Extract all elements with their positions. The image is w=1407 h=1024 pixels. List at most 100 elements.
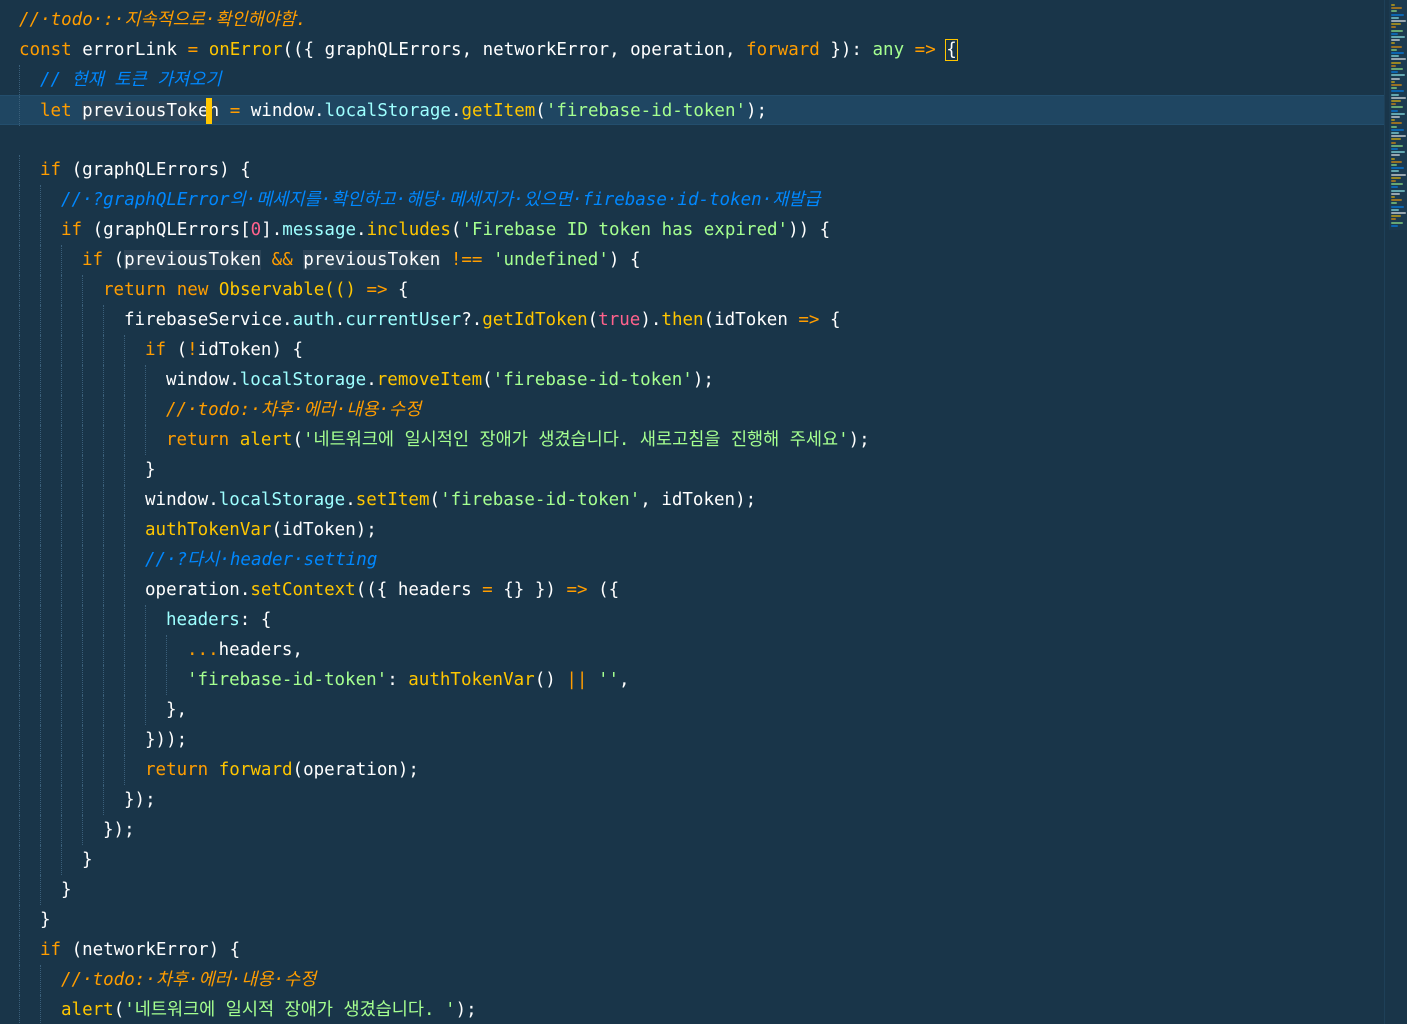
code-line[interactable]: } bbox=[0, 455, 1385, 485]
indent-guide bbox=[40, 335, 61, 365]
indent-guide bbox=[19, 695, 40, 725]
indent-guide bbox=[166, 665, 187, 695]
code-token: getItem bbox=[461, 101, 536, 121]
code-token: = bbox=[229, 101, 241, 121]
indent-guide bbox=[103, 425, 124, 455]
code-line[interactable]: if (graphQLErrors[0].message.includes('F… bbox=[0, 215, 1385, 245]
code-line[interactable]: //·todo:·차후·에러·내용·수정 bbox=[0, 395, 1385, 425]
code-line[interactable]: } bbox=[0, 905, 1385, 935]
code-token: }, bbox=[166, 700, 188, 720]
minimap-mark bbox=[1391, 84, 1402, 86]
minimap-mark bbox=[1391, 26, 1396, 29]
code-line[interactable]: window.localStorage.setItem('firebase-id… bbox=[0, 485, 1385, 515]
indent-guide bbox=[61, 665, 82, 695]
code-token: removeItem bbox=[376, 370, 483, 390]
minimap-mark bbox=[1391, 4, 1395, 6]
code-line[interactable]: } bbox=[0, 845, 1385, 875]
code-line[interactable]: }); bbox=[0, 815, 1385, 845]
indent-guide bbox=[40, 845, 61, 875]
code-line[interactable]: if (networkError) { bbox=[0, 935, 1385, 965]
indent-guide bbox=[40, 575, 61, 605]
indent-guide bbox=[61, 695, 82, 725]
code-editor[interactable]: //·todo·:·지속적으로·확인해야함. const errorLink = … bbox=[0, 0, 1407, 1024]
code-line[interactable]: //·?graphQLError의·메세지를·확인하고·해당·메세지가·있으면·… bbox=[0, 185, 1385, 215]
code-token: )) { bbox=[788, 220, 831, 240]
code-line[interactable]: } bbox=[0, 875, 1385, 905]
indent-guide bbox=[19, 725, 40, 755]
indent-guide bbox=[82, 335, 103, 365]
code-token: authTokenVar bbox=[408, 670, 535, 690]
code-line[interactable]: }, bbox=[0, 695, 1385, 725]
code-line[interactable]: //·todo:·차후·에러·내용·수정 bbox=[0, 965, 1385, 995]
code-line[interactable]: if (previousToken && previousToken !== '… bbox=[0, 245, 1385, 275]
indent-guide bbox=[61, 335, 82, 365]
minimap-mark bbox=[1391, 135, 1406, 138]
code-token: previousToken bbox=[124, 250, 262, 270]
code-line[interactable]: ...headers, bbox=[0, 635, 1385, 665]
indent-guide bbox=[40, 635, 61, 665]
code-token: (graphQLErrors) { bbox=[61, 160, 251, 180]
code-line[interactable]: //·todo·:·지속적으로·확인해야함. bbox=[0, 5, 1385, 35]
code-line[interactable]: alert('네트워크에 일시적 장애가 생겼습니다. '); bbox=[0, 995, 1385, 1024]
indent-guide bbox=[82, 275, 103, 305]
minimap-mark bbox=[1391, 106, 1403, 109]
indent-guide bbox=[103, 545, 124, 575]
code-token: '네트워크에 일시적인 장애가 생겼습니다. 새로고침을 진행해 주세요' bbox=[303, 430, 849, 450]
code-token: window. bbox=[145, 490, 219, 510]
code-line[interactable]: if (graphQLErrors) { bbox=[0, 155, 1385, 185]
code-token: if bbox=[61, 220, 83, 240]
minimap-mark bbox=[1391, 208, 1399, 211]
code-token: . bbox=[366, 370, 377, 390]
code-line[interactable]: operation.setContext(({ headers = {} }) … bbox=[0, 575, 1385, 605]
code-line[interactable]: headers: { bbox=[0, 605, 1385, 635]
minimap-mark bbox=[1391, 199, 1402, 202]
code-token: () bbox=[534, 670, 567, 690]
code-line[interactable]: //·?다시·header·setting bbox=[0, 545, 1385, 575]
code-line[interactable]: })); bbox=[0, 725, 1385, 755]
indent-guide bbox=[124, 695, 145, 725]
code-line[interactable]: }); bbox=[0, 785, 1385, 815]
code-token: ... bbox=[187, 640, 219, 660]
code-line[interactable]: return alert('네트워크에 일시적인 장애가 생겼습니다. 새로고침… bbox=[0, 425, 1385, 455]
code-line[interactable]: // 현재 토큰 가져오기 bbox=[0, 65, 1385, 95]
code-token: localStorage bbox=[218, 490, 346, 510]
code-token: ! bbox=[187, 340, 198, 360]
code-line[interactable] bbox=[0, 125, 1385, 155]
code-token: . bbox=[356, 220, 367, 240]
indent-guide bbox=[40, 815, 61, 845]
code-line[interactable]: if (!idToken) { bbox=[0, 335, 1385, 365]
code-token: }): bbox=[819, 40, 873, 60]
minimap-mark bbox=[1391, 189, 1405, 192]
indent-guide bbox=[40, 605, 61, 635]
code-line[interactable]: window.localStorage.removeItem('firebase… bbox=[0, 365, 1385, 395]
minimap-mark bbox=[1391, 87, 1397, 90]
code-line[interactable]: return new Observable(() => { bbox=[0, 275, 1385, 305]
indent-guide bbox=[124, 605, 145, 635]
code-token: } bbox=[61, 880, 72, 900]
indent-guide bbox=[82, 635, 103, 665]
code-token: ); bbox=[746, 101, 768, 121]
minimap-mark bbox=[1391, 154, 1400, 157]
indent-guide bbox=[19, 515, 40, 545]
indent-guide bbox=[19, 96, 40, 126]
code-token: })); bbox=[145, 730, 188, 750]
code-token: return bbox=[145, 760, 209, 780]
scrollbar-track[interactable] bbox=[1384, 0, 1385, 1024]
code-token: ]. bbox=[261, 220, 283, 240]
minimap[interactable] bbox=[1389, 0, 1407, 230]
indent-guide bbox=[82, 305, 103, 335]
code-line[interactable]: 'firebase-id-token': authTokenVar() || '… bbox=[0, 665, 1385, 695]
code-line[interactable]: const errorLink = onError(({ graphQLErro… bbox=[0, 35, 1385, 65]
code-line[interactable]: return forward(operation); bbox=[0, 755, 1385, 785]
active-code-line[interactable]: let previousToken = window.localStorage.… bbox=[0, 95, 1385, 126]
code-area[interactable]: //·todo·:·지속적으로·확인해야함. const errorLink = … bbox=[0, 5, 1385, 1024]
indent-guide bbox=[103, 515, 124, 545]
indent-guide bbox=[82, 575, 103, 605]
code-token: 'firebase-id-token' bbox=[492, 370, 693, 390]
indent-guide bbox=[61, 635, 82, 665]
code-line[interactable]: firebaseService.auth.currentUser?.getIdT… bbox=[0, 305, 1385, 335]
indent-guide bbox=[82, 665, 103, 695]
code-line[interactable]: authTokenVar(idToken); bbox=[0, 515, 1385, 545]
